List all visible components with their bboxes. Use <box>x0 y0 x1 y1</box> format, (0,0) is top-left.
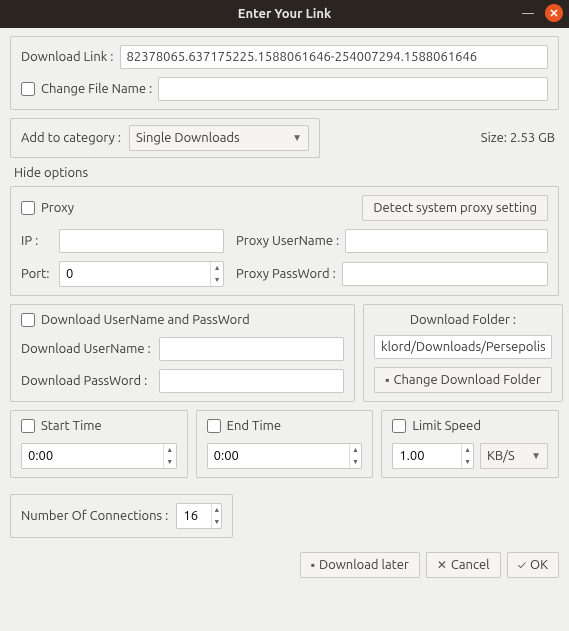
spin-down-icon[interactable]: ▼ <box>462 456 473 468</box>
end-time-cb[interactable] <box>207 419 221 433</box>
spin-up-icon[interactable]: ▲ <box>350 444 362 456</box>
download-later-button[interactable]: ▪ Download later <box>300 552 420 578</box>
end-time-group: End Time ▲▼ <box>196 410 374 478</box>
change-filename-checkbox[interactable]: Change File Name : <box>21 82 152 96</box>
check-icon: ✓ <box>518 559 526 572</box>
spin-up-icon[interactable]: ▲ <box>212 504 221 516</box>
proxy-user-label: Proxy UserName : <box>236 234 339 248</box>
proxy-pass-label: Proxy PassWord : <box>236 267 336 281</box>
x-icon: ✕ <box>437 558 447 572</box>
folder-header: Download Folder : <box>374 313 552 327</box>
chevron-down-icon: ▼ <box>531 450 541 462</box>
limit-speed-spin[interactable]: ▲▼ <box>392 443 474 469</box>
start-time-group: Start Time ▲▼ <box>10 410 188 478</box>
spin-up-icon[interactable]: ▲ <box>211 262 223 274</box>
close-button[interactable]: ✕ <box>545 4 563 22</box>
auth-group: Download UserName and PassWord Download … <box>10 304 355 402</box>
folder-path-input[interactable] <box>374 335 552 359</box>
limit-speed-cb[interactable] <box>392 419 406 433</box>
category-select[interactable]: Single Downloads ▼ <box>129 125 309 151</box>
link-group: Download Link : Change File Name : <box>10 36 559 110</box>
size-label: Size: 2.53 GB <box>326 131 559 145</box>
start-time-input[interactable] <box>22 444 163 468</box>
spin-down-icon[interactable]: ▼ <box>211 274 223 286</box>
connections-group: Number Of Connections : ▲▼ <box>10 494 233 538</box>
limit-unit-select[interactable]: KB/S ▼ <box>480 443 548 469</box>
window-controls: — ✕ <box>519 4 563 22</box>
proxy-group: Proxy Detect system proxy setting IP : P… <box>10 186 559 296</box>
spin-up-icon[interactable]: ▲ <box>164 444 176 456</box>
proxy-pass-input[interactable] <box>342 262 548 286</box>
category-value: Single Downloads <box>136 131 286 145</box>
download-link-label: Download Link : <box>21 50 114 64</box>
auth-checkbox[interactable]: Download UserName and PassWord <box>21 313 344 327</box>
hide-options-toggle[interactable]: Hide options <box>14 166 559 180</box>
change-filename-cb[interactable] <box>21 82 35 96</box>
change-folder-button[interactable]: ▪ Change Download Folder <box>374 367 552 393</box>
end-time-input[interactable] <box>208 444 349 468</box>
filename-input[interactable] <box>158 77 548 101</box>
folder-group: Download Folder : ▪ Change Download Fold… <box>363 304 563 402</box>
start-time-spin[interactable]: ▲▼ <box>21 443 177 469</box>
connections-input[interactable] <box>177 504 211 528</box>
minimize-button[interactable]: — <box>519 4 537 22</box>
auth-cb[interactable] <box>21 313 35 327</box>
change-filename-label: Change File Name : <box>41 82 152 96</box>
start-time-cb[interactable] <box>21 419 35 433</box>
proxy-cb[interactable] <box>21 201 35 215</box>
limit-unit-value: KB/S <box>487 449 525 463</box>
detect-proxy-button[interactable]: Detect system proxy setting <box>362 195 548 221</box>
auth-pass-label: Download PassWord : <box>21 374 153 388</box>
limit-speed-checkbox[interactable]: Limit Speed <box>392 419 548 433</box>
limit-speed-input[interactable] <box>393 444 461 468</box>
folder-icon: ▪ <box>385 373 389 387</box>
spin-down-icon[interactable]: ▼ <box>350 456 362 468</box>
stop-icon: ▪ <box>311 558 315 572</box>
start-time-checkbox[interactable]: Start Time <box>21 419 177 433</box>
proxy-label: Proxy <box>41 201 74 215</box>
end-time-spin[interactable]: ▲▼ <box>207 443 363 469</box>
proxy-port-spin[interactable]: ▲▼ <box>59 261 224 287</box>
chevron-down-icon: ▼ <box>292 132 302 144</box>
cancel-button[interactable]: ✕ Cancel <box>426 552 501 578</box>
limit-speed-group: Limit Speed ▲▼ KB/S ▼ <box>381 410 559 478</box>
proxy-port-input[interactable] <box>60 262 210 286</box>
download-link-input[interactable] <box>120 45 549 69</box>
connections-label: Number Of Connections : <box>21 509 168 523</box>
auth-user-input[interactable] <box>159 337 344 361</box>
ok-button[interactable]: ✓ OK <box>507 552 559 578</box>
proxy-user-input[interactable] <box>345 229 548 253</box>
auth-user-label: Download UserName : <box>21 342 153 356</box>
proxy-ip-input[interactable] <box>59 229 224 253</box>
spin-up-icon[interactable]: ▲ <box>462 444 473 456</box>
dialog-buttons: ▪ Download later ✕ Cancel ✓ OK <box>0 548 569 588</box>
proxy-ip-label: IP : <box>21 234 53 248</box>
spin-down-icon[interactable]: ▼ <box>212 516 221 528</box>
connections-spin[interactable]: ▲▼ <box>176 503 222 529</box>
proxy-checkbox[interactable]: Proxy <box>21 201 74 215</box>
window-title: Enter Your Link <box>238 7 332 21</box>
proxy-port-label: Port: <box>21 267 53 281</box>
auth-pass-input[interactable] <box>159 369 344 393</box>
auth-label: Download UserName and PassWord <box>41 313 250 327</box>
start-time-label: Start Time <box>41 419 102 433</box>
end-time-label: End Time <box>227 419 281 433</box>
dialog-content: Download Link : Change File Name : Add t… <box>0 28 569 548</box>
limit-speed-label: Limit Speed <box>412 419 481 433</box>
end-time-checkbox[interactable]: End Time <box>207 419 363 433</box>
titlebar: Enter Your Link — ✕ <box>0 0 569 28</box>
spin-down-icon[interactable]: ▼ <box>164 456 176 468</box>
category-label: Add to category : <box>21 131 121 145</box>
